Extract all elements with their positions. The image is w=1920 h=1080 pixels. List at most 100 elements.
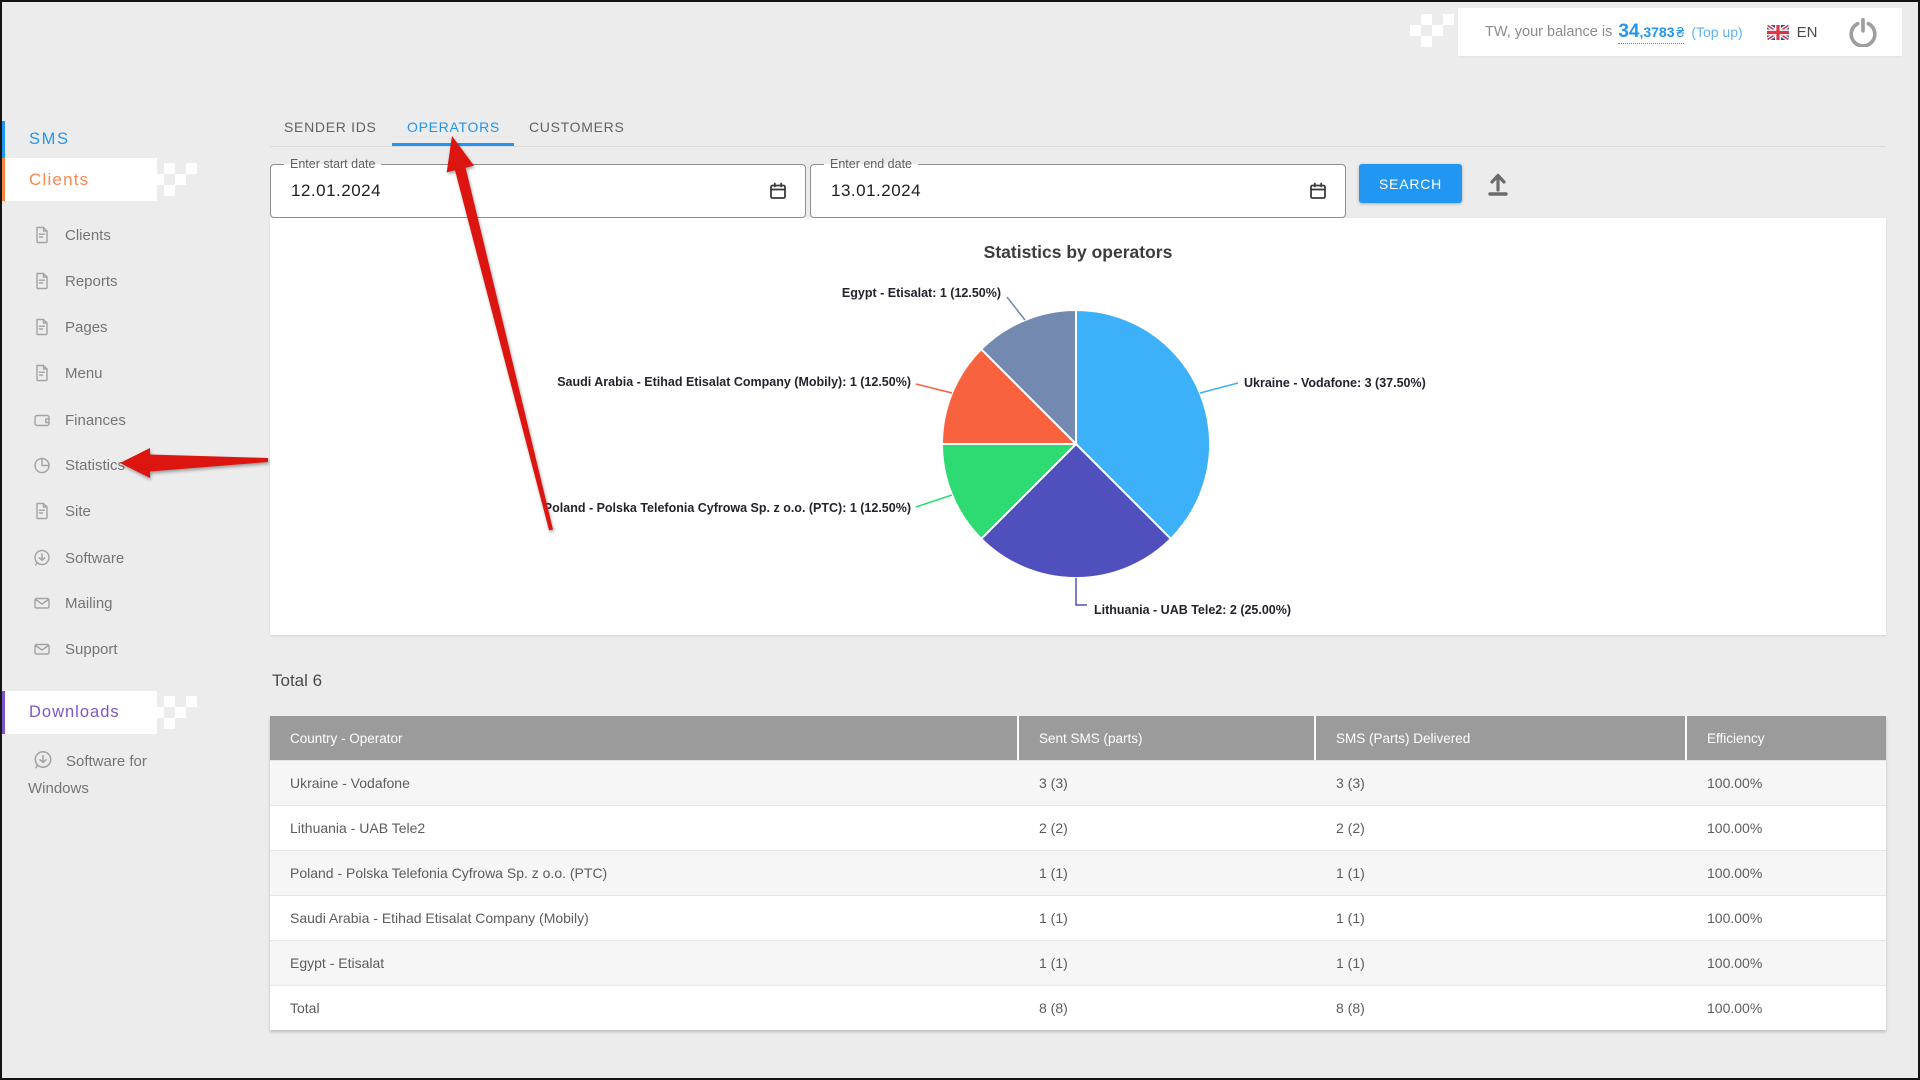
column-header-sent-sms: Sent SMS (parts) — [1019, 716, 1316, 760]
download-bubble-icon — [32, 749, 54, 771]
pie-label-lithuania: Lithuania - UAB Tele2: 2 (25.00%) — [1094, 602, 1291, 618]
column-header-efficiency: Efficiency — [1687, 716, 1886, 760]
sidebar-item-support[interactable]: Support — [32, 636, 118, 662]
sidebar-section-downloads[interactable]: Downloads — [0, 691, 157, 734]
table-cell: 100.00% — [1687, 806, 1886, 850]
sidebar-item-label: Finances — [65, 412, 126, 429]
calendar-icon[interactable] — [768, 181, 788, 201]
sidebar-item-pages[interactable]: Pages — [32, 314, 108, 340]
table-cell: 3 (3) — [1019, 761, 1316, 805]
pixel-decor — [153, 695, 201, 729]
section-label: Clients — [29, 170, 89, 190]
table-row: Egypt - Etisalat1 (1)1 (1)100.00% — [270, 940, 1886, 985]
tab-operators[interactable]: OPERATORS — [407, 110, 500, 144]
sidebar-item-clients[interactable]: Clients — [32, 222, 111, 248]
calendar-icon[interactable] — [1308, 181, 1328, 201]
pie-label-egypt: Egypt - Etisalat: 1 (12.50%) — [842, 285, 1001, 301]
pie-chart-icon — [32, 455, 52, 475]
start-date-field[interactable]: Enter start date 12.01.2024 — [270, 164, 806, 218]
sidebar-item-label: Pages — [65, 319, 108, 336]
pixel-decor — [153, 162, 201, 196]
sidebar-item-label: Statistics — [65, 457, 125, 474]
sidebar-section-sms[interactable]: SMS — [0, 121, 157, 158]
table-cell: 1 (1) — [1316, 941, 1687, 985]
tab-customers[interactable]: CUSTOMERS — [529, 110, 625, 144]
start-date-label: Enter start date — [284, 156, 381, 173]
sidebar-item-label: Mailing — [65, 595, 113, 612]
end-date-field[interactable]: Enter end date 13.01.2024 — [810, 164, 1346, 218]
table-cell: 1 (1) — [1019, 941, 1316, 985]
document-icon — [32, 363, 52, 383]
search-button[interactable]: SEARCH — [1359, 164, 1462, 203]
language-switcher[interactable]: EN — [1767, 24, 1818, 41]
sidebar-item-menu[interactable]: Menu — [32, 360, 103, 386]
table-cell: 1 (1) — [1019, 896, 1316, 940]
leader-line-lithuania — [1076, 578, 1087, 605]
table-cell: Total — [270, 986, 1019, 1030]
sidebar-item-statistics[interactable]: Statistics — [32, 452, 125, 478]
sidebar-item-site[interactable]: Site — [32, 498, 91, 524]
balance-value[interactable]: 34,3783₴ — [1618, 21, 1684, 44]
section-label: Downloads — [29, 703, 120, 722]
balance-frac: ,3783 — [1639, 24, 1674, 40]
leader-line-poland — [916, 495, 952, 507]
upload-icon[interactable] — [1484, 169, 1512, 197]
stats-table: Country - Operator Sent SMS (parts) SMS … — [270, 716, 1886, 1030]
envelope-icon — [32, 639, 52, 659]
sidebar-item-label: Reports — [65, 273, 118, 290]
sidebar-item-label: Menu — [65, 365, 103, 382]
table-cell: 1 (1) — [1316, 896, 1687, 940]
table-cell: 100.00% — [1687, 851, 1886, 895]
end-date-label: Enter end date — [824, 156, 918, 173]
table-cell: 100.00% — [1687, 896, 1886, 940]
table-cell: 1 (1) — [1019, 851, 1316, 895]
sidebar-item-label: Software — [65, 550, 124, 567]
table-cell: 100.00% — [1687, 986, 1886, 1030]
pie-label-ukraine: Ukraine - Vodafone: 3 (37.50%) — [1244, 375, 1426, 391]
document-icon — [32, 501, 52, 521]
download-bubble-icon — [32, 548, 52, 568]
leader-line-egypt — [1007, 297, 1025, 320]
document-icon — [32, 317, 52, 337]
top-up-link[interactable]: (Top up) — [1691, 24, 1742, 40]
sidebar-item-mailing[interactable]: Mailing — [32, 590, 113, 616]
table-cell: 100.00% — [1687, 761, 1886, 805]
section-accent-bar — [0, 121, 5, 158]
table-cell: Ukraine - Vodafone — [270, 761, 1019, 805]
total-heading: Total 6 — [272, 671, 322, 691]
tab-sender-ids[interactable]: SENDER IDS — [284, 110, 377, 144]
table-cell: Saudi Arabia - Etihad Etisalat Company (… — [270, 896, 1019, 940]
tabs-divider — [270, 146, 1886, 147]
topbar: TW, your balance is 34,3783₴ (Top up) EN — [1458, 8, 1902, 56]
table-cell: 100.00% — [1687, 941, 1886, 985]
table-cell: 3 (3) — [1316, 761, 1687, 805]
uk-flag-icon — [1767, 25, 1789, 40]
red-arrow-statistics — [120, 448, 268, 478]
table-cell: 1 (1) — [1316, 851, 1687, 895]
column-header-country-operator: Country - Operator — [270, 716, 1019, 760]
sidebar-section-clients[interactable]: Clients — [0, 158, 157, 201]
table-row: Saudi Arabia - Etihad Etisalat Company (… — [270, 895, 1886, 940]
sidebar-item-software-for-windows[interactable]: Software for Windows — [28, 748, 190, 802]
table-cell: Egypt - Etisalat — [270, 941, 1019, 985]
table-row: Lithuania - UAB Tele22 (2)2 (2)100.00% — [270, 805, 1886, 850]
logout-power-icon[interactable] — [1848, 17, 1878, 47]
document-icon — [32, 271, 52, 291]
section-label: SMS — [29, 130, 70, 149]
sidebar-item-reports[interactable]: Reports — [32, 268, 118, 294]
start-date-value[interactable]: 12.01.2024 — [291, 181, 381, 201]
leader-line-ukraine — [1200, 383, 1238, 393]
leader-line-saudi — [916, 384, 952, 393]
table-cell: 2 (2) — [1019, 806, 1316, 850]
table-cell: 8 (8) — [1019, 986, 1316, 1030]
end-date-value[interactable]: 13.01.2024 — [831, 181, 921, 201]
pixel-decor — [1410, 13, 1458, 47]
sidebar-item-label: Site — [65, 503, 91, 520]
wallet-icon — [32, 410, 52, 430]
table-header-row: Country - Operator Sent SMS (parts) SMS … — [270, 716, 1886, 760]
table-cell: Lithuania - UAB Tele2 — [270, 806, 1019, 850]
sidebar-item-software[interactable]: Software — [32, 545, 124, 571]
sidebar-item-finances[interactable]: Finances — [32, 407, 126, 433]
envelope-icon — [32, 593, 52, 613]
language-code: EN — [1797, 24, 1818, 41]
